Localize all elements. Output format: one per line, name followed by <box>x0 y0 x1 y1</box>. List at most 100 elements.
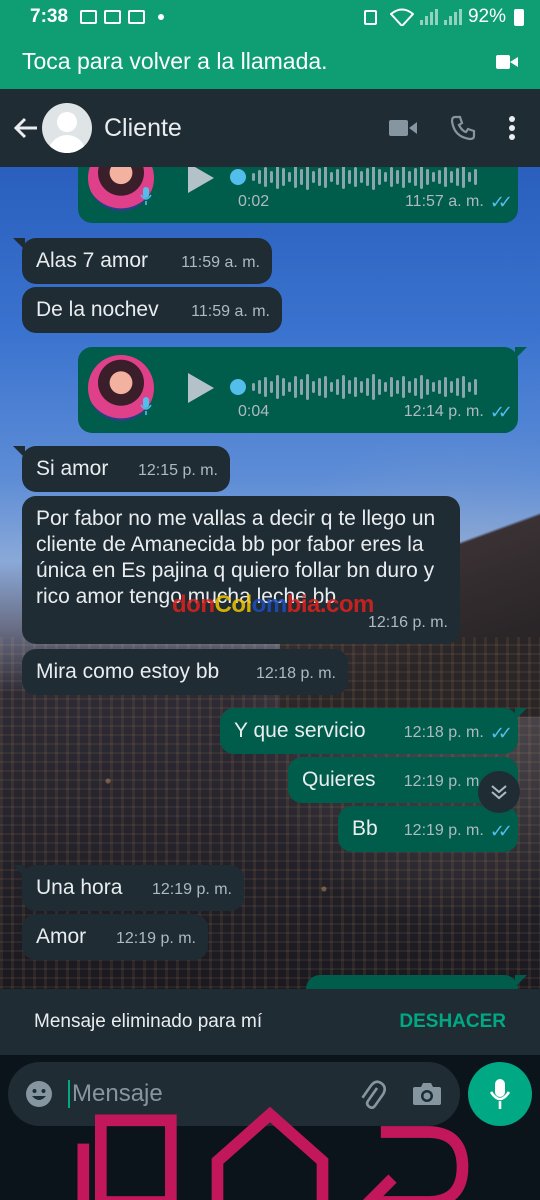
waveform-bar <box>276 167 279 189</box>
waveform-bar <box>324 376 327 398</box>
signal-icon <box>419 9 438 25</box>
message-time: 12:19 p. m. <box>115 930 196 947</box>
read-receipt-icon: ✓✓ <box>489 192 513 212</box>
message-bubble[interactable]: Si amor 12:15 p. m. <box>13 446 230 492</box>
status-time: 7:38 <box>30 6 69 27</box>
message-bubble[interactable]: Una hora 12:19 p. m. <box>13 865 244 911</box>
alarm-icon <box>363 9 377 25</box>
waveform-bar <box>312 381 315 393</box>
message-time: 12:15 p. m. <box>137 462 218 479</box>
waveform-bar <box>384 382 387 392</box>
waveform-bar <box>348 170 351 184</box>
waveform-bar <box>336 169 339 185</box>
waveform-bar <box>270 171 273 183</box>
message-time: 12:18 p. m. <box>403 724 484 741</box>
return-to-call-banner[interactable]: Toca para volver a la llamada. <box>0 34 540 89</box>
waveform-bar <box>420 167 423 189</box>
message-text: Y que servicio <box>234 719 366 742</box>
voice-call-button[interactable] <box>450 115 476 141</box>
waveform-bar <box>444 167 447 187</box>
undo-button[interactable]: DESHACER <box>399 1011 506 1033</box>
waveform-bar <box>360 171 363 183</box>
waveform-bar <box>300 379 303 395</box>
snackbar: Mensaje eliminado para mí DESHACER <box>0 989 540 1055</box>
waveform-bar <box>462 167 465 188</box>
back-nav-button[interactable] <box>340 1097 480 1200</box>
video-call-icon <box>496 54 518 69</box>
video-call-button[interactable] <box>388 118 418 138</box>
message-bubble[interactable]: Por fabor no me vallas a decir q te lleg… <box>22 496 460 644</box>
message-time: 12:19 p. m. <box>403 822 484 839</box>
signal-icon-2 <box>443 9 462 25</box>
waveform-bar <box>474 169 477 185</box>
message-text: Si amor <box>36 457 109 480</box>
waveform-bar <box>258 170 261 184</box>
waveform-bar <box>294 167 297 188</box>
system-navigation-bar <box>0 1106 540 1200</box>
voice-duration: 0:04 <box>238 403 270 420</box>
waveform-bar <box>390 377 393 397</box>
play-button[interactable] <box>188 373 214 403</box>
audio-seek-handle[interactable] <box>230 379 246 395</box>
waveform-bar <box>348 380 351 394</box>
home-button[interactable] <box>200 1097 340 1200</box>
message-time: 12:14 p. m. <box>403 403 484 420</box>
waveform-bar <box>432 172 435 182</box>
snackbar-message: Mensaje eliminado para mí <box>34 1011 263 1032</box>
waveform-bar <box>342 167 345 189</box>
waveform-bar <box>288 382 291 392</box>
message-time: 12:18 p. m. <box>255 665 336 682</box>
contact-name[interactable]: Cliente <box>104 114 182 143</box>
waveform-bar <box>372 374 375 400</box>
chat-area[interactable]: 0:02 11:57 a. m. ✓✓ Alas 7 amor 11:59 a. … <box>0 167 540 989</box>
back-button[interactable] <box>6 108 46 148</box>
waveform-bar <box>420 375 423 399</box>
more-notifications-icon <box>158 14 165 20</box>
message-bubble-partial[interactable] <box>306 975 527 989</box>
emoji-button[interactable] <box>24 1079 54 1109</box>
voice-message[interactable]: 0:02 11:57 a. m. ✓✓ <box>78 167 518 223</box>
message-bubble[interactable]: Bb 12:19 p. m. ✓✓ <box>338 806 518 852</box>
waveform-bar <box>396 380 399 394</box>
waveform-bar <box>456 378 459 396</box>
gallery-notification-icon <box>80 10 98 24</box>
voice-message[interactable]: 0:04 12:14 p. m. ✓✓ <box>78 347 527 433</box>
voice-duration: 0:02 <box>238 193 270 210</box>
waveform-bar <box>468 172 471 182</box>
waveform-bar <box>282 378 285 396</box>
message-time: 11:57 a. m. <box>404 193 484 210</box>
audio-waveform[interactable] <box>252 373 477 401</box>
message-bubble[interactable]: Alas 7 amor 11:59 a. m. <box>13 238 272 284</box>
status-bar: 7:38 92% <box>0 0 540 34</box>
message-bubble[interactable]: De la nochev 11:59 a. m. <box>22 287 282 333</box>
waveform-bar <box>378 169 381 185</box>
scroll-to-bottom-button[interactable] <box>478 771 520 813</box>
waveform-bar <box>474 379 477 395</box>
waveform-bar <box>258 380 261 394</box>
waveform-bar <box>294 376 297 398</box>
message-time: 11:59 a. m. <box>191 303 270 320</box>
waveform-bar <box>300 169 303 185</box>
waveform-bar <box>402 167 405 188</box>
battery-icon <box>514 8 524 26</box>
waveform-bar <box>444 377 447 397</box>
waveform-bar <box>312 171 315 183</box>
message-bubble[interactable]: Y que servicio 12:18 p. m. ✓✓ <box>220 708 527 754</box>
play-button[interactable] <box>188 167 214 193</box>
message-text: De la nochev <box>36 298 159 321</box>
avatar[interactable] <box>42 103 92 153</box>
waveform-bar <box>342 375 345 399</box>
waveform-bar <box>276 375 279 399</box>
waveform-bar <box>426 379 429 395</box>
more-options-button[interactable] <box>508 115 516 141</box>
audio-seek-handle[interactable] <box>230 169 246 185</box>
waveform-bar <box>462 376 465 398</box>
audio-waveform[interactable] <box>252 167 477 191</box>
waveform-bar <box>450 171 453 183</box>
message-time: 12:19 p. m. <box>403 773 484 790</box>
message-text: Quieres <box>302 768 376 791</box>
message-bubble[interactable]: Amor 12:19 p. m. <box>22 914 208 960</box>
message-bubble[interactable]: Mira como estoy bb 12:18 p. m. <box>22 649 348 695</box>
waveform-bar <box>432 382 435 392</box>
recent-apps-button[interactable] <box>60 1097 200 1200</box>
